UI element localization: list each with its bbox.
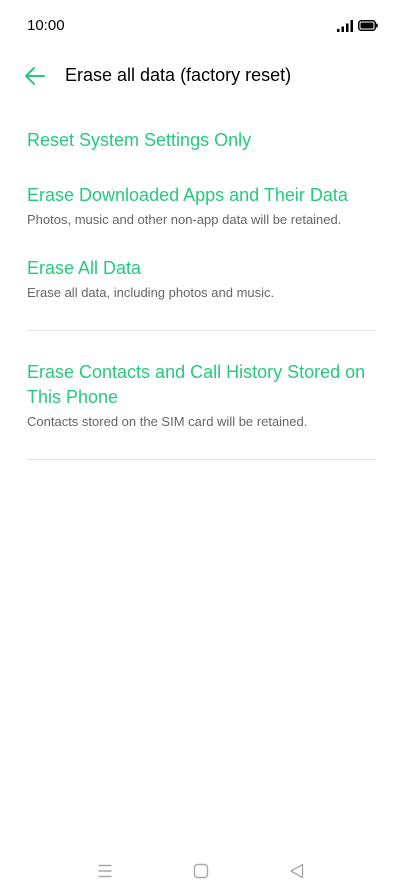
option-description: Erase all data, including photos and mus… <box>27 285 275 300</box>
header: Erase all data (factory reset) <box>0 58 403 94</box>
reset-system-settings-option[interactable]: Reset System Settings Only <box>27 128 376 153</box>
signal-icon <box>337 20 353 32</box>
navigation-bar <box>0 846 403 896</box>
divider <box>27 330 376 331</box>
back-triangle-icon[interactable] <box>286 860 308 882</box>
erase-all-data-option[interactable]: Erase All Data Erase all data, including… <box>27 256 376 302</box>
option-label: Reset System Settings Only <box>27 130 252 150</box>
erase-contacts-call-history-option[interactable]: Erase Contacts and Call History Stored o… <box>27 360 376 431</box>
status-bar: 10:00 <box>0 0 403 50</box>
menu-icon[interactable] <box>94 860 116 882</box>
divider <box>27 459 376 460</box>
option-label: Erase Contacts and Call History Stored o… <box>27 362 366 407</box>
home-square-icon[interactable] <box>190 860 212 882</box>
erase-downloaded-apps-option[interactable]: Erase Downloaded Apps and Their Data Pho… <box>27 183 376 229</box>
battery-icon <box>358 20 378 31</box>
option-description: Contacts stored on the SIM card will be … <box>27 414 308 429</box>
option-description: Photos, music and other non-app data wil… <box>27 212 342 227</box>
option-label: Erase All Data <box>27 258 142 278</box>
option-label: Erase Downloaded Apps and Their Data <box>27 185 348 205</box>
status-time: 10:00 <box>27 17 65 34</box>
page-title: Erase all data (factory reset) <box>65 65 292 85</box>
arrow-left-icon[interactable] <box>22 64 48 88</box>
